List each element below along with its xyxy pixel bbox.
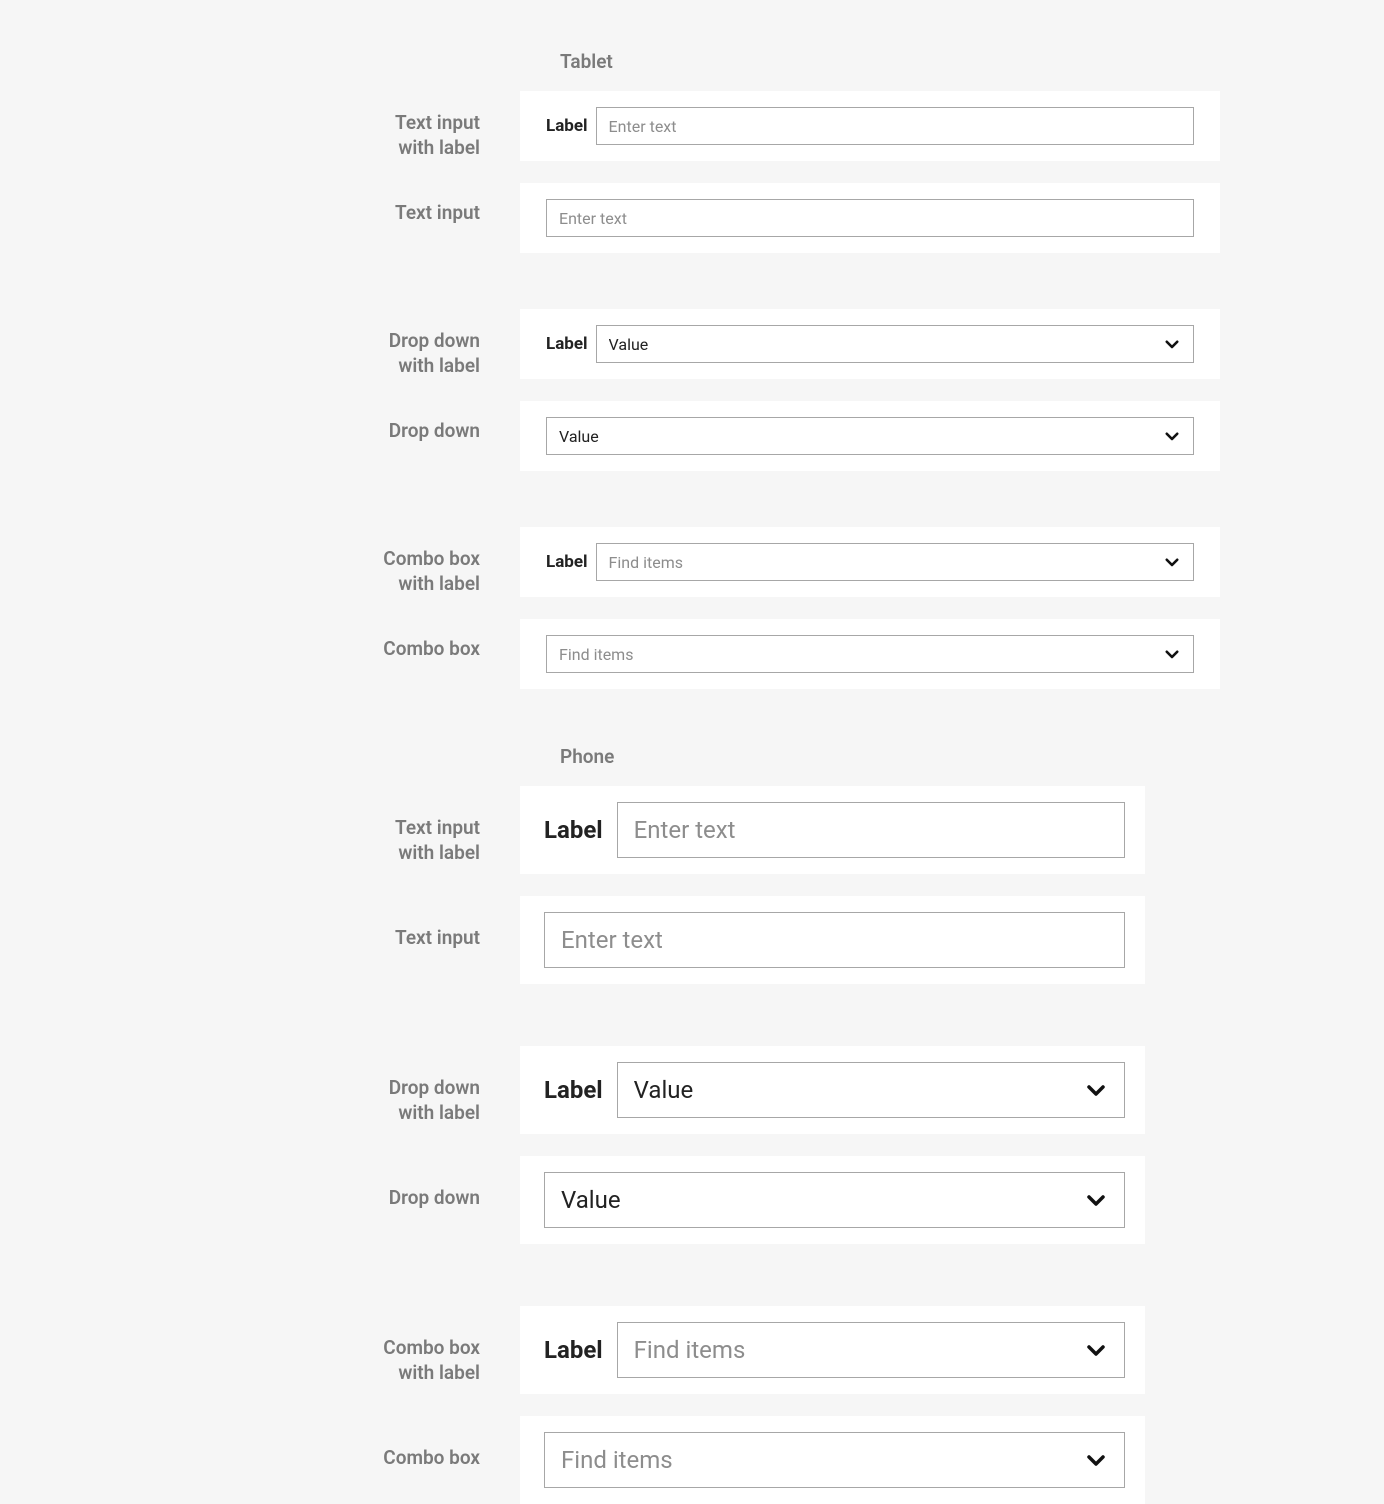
combobox-placeholder: Find items xyxy=(634,1336,1076,1364)
text-input[interactable]: Enter text xyxy=(596,107,1194,145)
row-label: Text input xyxy=(132,896,520,951)
panel: Label Value xyxy=(520,309,1220,379)
panel: Enter text xyxy=(520,896,1145,984)
row-label: Combo box with label xyxy=(132,527,520,596)
combobox-placeholder: Find items xyxy=(609,553,1155,572)
field-label: Label xyxy=(544,1076,603,1104)
row-label: Drop down with label xyxy=(132,309,520,378)
row-label: Combo box xyxy=(132,619,520,662)
field-label: Label xyxy=(544,816,603,844)
combobox-placeholder: Find items xyxy=(561,1446,1076,1474)
row-dropdown-with-label-phone: Drop down with label Label Value xyxy=(132,1046,1252,1134)
panel: Enter text xyxy=(520,183,1220,253)
dropdown[interactable]: Value xyxy=(544,1172,1125,1228)
field-label: Label xyxy=(546,552,588,572)
chevron-down-icon xyxy=(1084,1448,1108,1472)
row-label: Drop down xyxy=(132,401,520,444)
dropdown-value: Value xyxy=(561,1186,1076,1214)
panel: Value xyxy=(520,401,1220,471)
text-input-placeholder: Enter text xyxy=(609,117,1181,136)
row-label: Text input with label xyxy=(132,91,520,160)
row-text-input-phone: Text input Enter text xyxy=(132,896,1252,984)
text-input[interactable]: Enter text xyxy=(544,912,1125,968)
combobox[interactable]: Find items xyxy=(544,1432,1125,1488)
panel: Value xyxy=(520,1156,1145,1244)
text-input-placeholder: Enter text xyxy=(559,209,1181,228)
row-label: Text input xyxy=(132,183,520,226)
row-dropdown-tablet: Drop down Value xyxy=(132,401,1252,471)
row-label: Combo box with label xyxy=(132,1306,520,1385)
combobox[interactable]: Find items xyxy=(546,635,1194,673)
dropdown-value: Value xyxy=(559,427,1155,446)
chevron-down-icon xyxy=(1163,553,1181,571)
row-text-input-tablet: Text input Enter text xyxy=(132,183,1252,253)
row-combobox-tablet: Combo box Find items xyxy=(132,619,1252,689)
chevron-down-icon xyxy=(1084,1338,1108,1362)
panel: Label Find items xyxy=(520,527,1220,597)
chevron-down-icon xyxy=(1163,645,1181,663)
section-heading-phone: Phone xyxy=(560,745,1252,768)
panel: Label Enter text xyxy=(520,91,1220,161)
field-label: Label xyxy=(546,334,588,354)
row-dropdown-with-label-tablet: Drop down with label Label Value xyxy=(132,309,1252,379)
chevron-down-icon xyxy=(1084,1188,1108,1212)
row-combobox-with-label-tablet: Combo box with label Label Find items xyxy=(132,527,1252,597)
dropdown-value: Value xyxy=(609,335,1155,354)
row-text-input-with-label-phone: Text input with label Label Enter text xyxy=(132,786,1252,874)
row-text-input-with-label-tablet: Text input with label Label Enter text xyxy=(132,91,1252,161)
panel: Label Enter text xyxy=(520,786,1145,874)
dropdown[interactable]: Value xyxy=(546,417,1194,455)
dropdown-value: Value xyxy=(634,1076,1076,1104)
dropdown[interactable]: Value xyxy=(617,1062,1125,1118)
row-combobox-phone: Combo box Find items xyxy=(132,1416,1252,1504)
field-label: Label xyxy=(546,116,588,136)
text-input-placeholder: Enter text xyxy=(561,926,1108,954)
panel: Find items xyxy=(520,1416,1145,1504)
dropdown[interactable]: Value xyxy=(596,325,1194,363)
combobox-placeholder: Find items xyxy=(559,645,1155,664)
row-label: Drop down with label xyxy=(132,1046,520,1125)
text-input[interactable]: Enter text xyxy=(617,802,1125,858)
chevron-down-icon xyxy=(1163,335,1181,353)
row-label: Text input with label xyxy=(132,786,520,865)
row-combobox-with-label-phone: Combo box with label Label Find items xyxy=(132,1306,1252,1394)
row-label: Drop down xyxy=(132,1156,520,1211)
combobox[interactable]: Find items xyxy=(617,1322,1125,1378)
row-dropdown-phone: Drop down Value xyxy=(132,1156,1252,1244)
panel: Find items xyxy=(520,619,1220,689)
chevron-down-icon xyxy=(1163,427,1181,445)
panel: Label Find items xyxy=(520,1306,1145,1394)
text-input-placeholder: Enter text xyxy=(634,816,1108,844)
row-label: Combo box xyxy=(132,1416,520,1471)
section-heading-tablet: Tablet xyxy=(560,50,1252,73)
field-label: Label xyxy=(544,1336,603,1364)
panel: Label Value xyxy=(520,1046,1145,1134)
chevron-down-icon xyxy=(1084,1078,1108,1102)
combobox[interactable]: Find items xyxy=(596,543,1194,581)
text-input[interactable]: Enter text xyxy=(546,199,1194,237)
